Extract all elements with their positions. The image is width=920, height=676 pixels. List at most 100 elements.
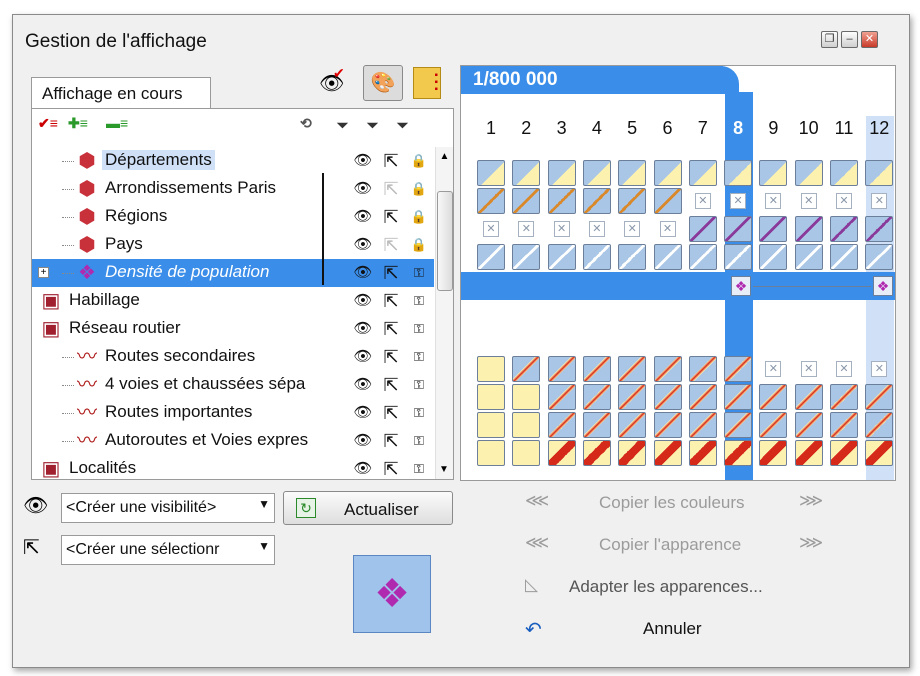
empty-appearance-cell[interactable]: ✕: [765, 361, 782, 377]
empty-appearance-cell[interactable]: ✕: [836, 361, 852, 377]
scale-column-number[interactable]: 12: [865, 118, 893, 139]
appearance-cell[interactable]: [653, 356, 682, 382]
refresh-button[interactable]: ↻ Actualiser: [283, 491, 453, 525]
key-icon[interactable]: ⚿: [408, 399, 430, 427]
empty-appearance-cell[interactable]: ✕: [836, 193, 852, 209]
appearance-cell[interactable]: [759, 412, 788, 438]
thematic-preview-button[interactable]: ❖: [353, 555, 431, 633]
appearance-cell[interactable]: [724, 384, 753, 410]
key-icon[interactable]: ⚿: [408, 455, 430, 483]
eye-check-icon[interactable]: 👁 ✔: [319, 65, 345, 96]
visibility-eye-icon[interactable]: 👁: [352, 315, 374, 343]
visibility-combo[interactable]: <Créer une visibilité> ▼: [61, 493, 275, 523]
key-icon[interactable]: ⚿: [408, 427, 430, 455]
copy-colors-label[interactable]: Copier les couleurs: [599, 493, 745, 513]
empty-appearance-cell[interactable]: ✕: [800, 361, 817, 377]
appearance-cell[interactable]: [865, 216, 894, 242]
tree-row[interactable]: ▣ Localités 👁 ⇱ ⚿: [32, 455, 434, 483]
appearance-cell[interactable]: [582, 188, 611, 214]
copy-appearance-right-icon[interactable]: ⋙: [799, 533, 823, 553]
appearance-cell[interactable]: [547, 356, 576, 382]
tree-row[interactable]: ⬢ Arrondissements Paris 👁 ⇱ 🔒: [32, 175, 434, 203]
selectable-cursor-icon[interactable]: ⇱: [380, 203, 402, 231]
tree-row[interactable]: ⬢ Pays 👁 ⇱ 🔒: [32, 231, 434, 259]
appearance-cell[interactable]: [582, 356, 611, 382]
appearance-cell[interactable]: [547, 188, 576, 214]
filter-icon[interactable]: ⏷: [337, 117, 348, 134]
appearance-cell[interactable]: [477, 440, 505, 466]
appearance-cell[interactable]: [653, 188, 682, 214]
empty-appearance-cell[interactable]: ✕: [871, 193, 888, 209]
appearance-cell[interactable]: [618, 384, 647, 410]
empty-appearance-cell[interactable]: ✕: [765, 193, 782, 209]
appearance-cell[interactable]: [618, 440, 647, 466]
appearance-cell[interactable]: [688, 160, 717, 186]
appearance-cell[interactable]: [512, 440, 541, 466]
visibility-eye-icon[interactable]: 👁: [352, 455, 374, 483]
scroll-up-icon[interactable]: ▲: [436, 151, 453, 162]
appearance-cell[interactable]: [653, 160, 682, 186]
restore-icon[interactable]: ❐: [821, 31, 838, 48]
appearance-cell[interactable]: [582, 160, 611, 186]
lock-icon[interactable]: 🔒: [408, 175, 430, 203]
minimize-icon[interactable]: –: [841, 31, 858, 48]
empty-appearance-cell[interactable]: ✕: [518, 221, 535, 237]
check-list-icon[interactable]: ✔≡: [38, 115, 58, 132]
selectable-cursor-icon[interactable]: ⇱: [380, 287, 402, 315]
add-layer-icon[interactable]: ✚≡: [68, 115, 88, 132]
appearance-cell[interactable]: [582, 244, 611, 270]
empty-appearance-cell[interactable]: ✕: [588, 221, 605, 237]
appearance-cell[interactable]: [477, 384, 505, 410]
legend-book-icon[interactable]: ▪ ▪ ▪: [413, 67, 441, 99]
key-icon[interactable]: ⚿: [408, 343, 430, 371]
appearance-cell[interactable]: [724, 356, 753, 382]
tree-row[interactable]: 〰 Autoroutes et Voies expres 👁 ⇱ ⚿: [32, 427, 434, 455]
appearance-cell[interactable]: [547, 440, 576, 466]
tree-row[interactable]: ▣ Habillage 👁 ⇱ ⚿: [32, 287, 434, 315]
close-icon[interactable]: ✕: [861, 31, 878, 48]
visibility-filter-icon[interactable]: ⟲: [300, 115, 312, 132]
lock-icon[interactable]: 🔒: [408, 147, 430, 175]
appearance-cell[interactable]: [653, 412, 682, 438]
tree-row[interactable]: + ❖ Densité de population 👁 ⇱ ⚿: [32, 259, 434, 287]
tree-row[interactable]: ⬢ Départements 👁 ⇱ 🔒: [32, 147, 434, 175]
appearance-cell[interactable]: [477, 244, 505, 270]
scale-column-number[interactable]: 3: [548, 118, 576, 139]
appearance-cell[interactable]: [582, 384, 611, 410]
scale-column-number[interactable]: 9: [759, 118, 787, 139]
visibility-eye-icon[interactable]: 👁: [352, 147, 374, 175]
appearance-cell[interactable]: [477, 160, 505, 186]
cancel-button[interactable]: Annuler: [643, 619, 702, 639]
appearance-cell[interactable]: [865, 160, 894, 186]
appearance-cell[interactable]: [618, 244, 647, 270]
empty-appearance-cell[interactable]: ✕: [730, 193, 747, 209]
copy-colors-left-icon[interactable]: ⋘: [525, 491, 549, 511]
tree-row[interactable]: ▣ Réseau routier 👁 ⇱ ⚿: [32, 315, 434, 343]
appearance-cell[interactable]: [512, 384, 541, 410]
selectable-cursor-icon[interactable]: ⇱: [380, 175, 402, 203]
filter-icon[interactable]: ⏷: [367, 117, 378, 134]
appearance-cell[interactable]: [759, 244, 788, 270]
selectable-cursor-icon[interactable]: ⇱: [380, 147, 402, 175]
appearance-cell[interactable]: [547, 412, 576, 438]
copy-appearance-label[interactable]: Copier l'apparence: [599, 535, 741, 555]
empty-appearance-cell[interactable]: ✕: [553, 221, 570, 237]
tree-row[interactable]: ⬢ Régions 👁 ⇱ 🔒: [32, 203, 434, 231]
selectable-cursor-icon[interactable]: ⇱: [380, 399, 402, 427]
scale-column-number[interactable]: 4: [583, 118, 611, 139]
selectable-cursor-icon[interactable]: ⇱: [380, 315, 402, 343]
selectable-cursor-icon[interactable]: ⇱: [380, 371, 402, 399]
tree-scrollbar[interactable]: ▲ ▼: [435, 147, 453, 479]
appearance-cell[interactable]: [830, 412, 858, 438]
scale-column-number[interactable]: 8: [724, 118, 752, 139]
appearance-cell[interactable]: [653, 244, 682, 270]
appearance-cell[interactable]: [477, 356, 505, 382]
appearance-cell[interactable]: [759, 160, 788, 186]
key-icon[interactable]: ⚿: [408, 287, 430, 315]
appearance-cell[interactable]: [653, 384, 682, 410]
key-icon[interactable]: ⚿: [408, 315, 430, 343]
tree-row[interactable]: 〰 Routes secondaires 👁 ⇱ ⚿: [32, 343, 434, 371]
appearance-cell[interactable]: [618, 356, 647, 382]
appearance-cell[interactable]: [759, 216, 788, 242]
empty-appearance-cell[interactable]: ✕: [659, 221, 676, 237]
